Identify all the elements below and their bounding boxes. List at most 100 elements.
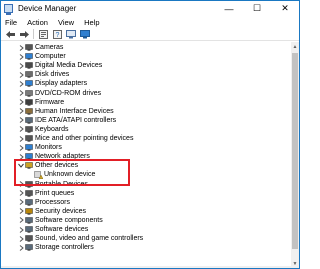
tree-category-row[interactable]: Monitors — [1, 143, 291, 152]
media-device-icon — [25, 62, 33, 69]
tree-category-label: Keyboards — [35, 125, 69, 133]
printer-icon — [25, 189, 33, 197]
tree-category-row[interactable]: Software components — [1, 216, 291, 225]
chevron-right-icon[interactable] — [18, 243, 24, 252]
monitor-icon[interactable] — [79, 29, 91, 40]
tree-category-label: Cameras — [35, 44, 64, 51]
tree-category-label: Mice and other pointing devices — [35, 135, 134, 142]
maximize-button[interactable]: ☐ — [243, 1, 271, 16]
tree-category-row[interactable]: Firmware — [1, 98, 291, 107]
tree-category-label: Digital Media Devices — [35, 62, 103, 70]
software-device-icon — [25, 226, 33, 233]
tree-category-label: IDE ATA/ATAPI controllers — [35, 116, 117, 124]
tree-category-row[interactable]: Processors — [1, 198, 291, 207]
menu-help[interactable]: Help — [79, 18, 104, 27]
display-adapter-icon — [25, 80, 33, 88]
tree-category-label: Sound, video and game controllers — [35, 235, 144, 243]
tree-category-label: DVD/CD-ROM drives — [35, 89, 102, 97]
scroll-thumb[interactable] — [292, 53, 298, 249]
tree-category-label: Computer — [35, 53, 66, 61]
chevron-right-icon[interactable] — [18, 61, 24, 70]
tree-category-row[interactable]: Digital Media Devices — [1, 61, 291, 70]
tree-category-label: Software devices — [35, 226, 89, 233]
dvd-icon — [25, 89, 33, 97]
chevron-right-icon[interactable] — [18, 107, 24, 116]
sound-icon — [25, 235, 33, 242]
toolbar: ? — [1, 28, 299, 41]
tree-category-row[interactable]: Security devices — [1, 207, 291, 216]
chevron-right-icon[interactable] — [18, 234, 24, 243]
device-manager-icon — [4, 4, 13, 15]
tree-category-label: Display adapters — [35, 80, 88, 88]
tree-category-row[interactable]: Sound, video and game controllers — [1, 234, 291, 243]
chevron-right-icon[interactable] — [18, 216, 24, 225]
tree-category-row[interactable]: IDE ATA/ATAPI controllers — [1, 116, 291, 125]
tree-category-row[interactable]: Storage controllers — [1, 243, 291, 252]
chevron-right-icon[interactable] — [18, 79, 24, 88]
tree-category-row[interactable]: Computer — [1, 52, 291, 61]
computer-icon — [25, 53, 33, 60]
tree-category-label: Monitors — [35, 144, 62, 152]
menu-view[interactable]: View — [53, 18, 79, 27]
tree-category-row[interactable]: Cameras — [1, 43, 291, 52]
disk-icon — [25, 71, 33, 78]
highlight-box — [14, 159, 130, 186]
chevron-right-icon[interactable] — [18, 125, 24, 134]
chevron-right-icon[interactable] — [18, 207, 24, 216]
hid-icon — [25, 107, 33, 115]
properties-icon[interactable] — [37, 29, 49, 40]
forward-icon[interactable] — [18, 29, 30, 40]
scroll-up-icon[interactable]: ▲ — [291, 42, 299, 51]
camera-icon — [25, 44, 33, 51]
help-icon[interactable]: ? — [51, 29, 63, 40]
monitor-icon — [25, 144, 33, 151]
processor-icon — [25, 198, 33, 206]
chevron-right-icon[interactable] — [18, 98, 24, 107]
chevron-right-icon[interactable] — [18, 225, 24, 234]
device-tree[interactable]: Cameras Computer Digital Media Devices Disk… — [1, 42, 291, 268]
vertical-scrollbar[interactable]: ▲ ▼ — [291, 42, 299, 268]
chevron-right-icon[interactable] — [18, 89, 24, 98]
tree-category-row[interactable]: Human Interface Devices — [1, 107, 291, 116]
tree-category-label: Firmware — [35, 98, 65, 106]
tree-category-label: Disk drives — [35, 71, 70, 79]
tree-category-row[interactable]: Keyboards — [1, 125, 291, 134]
chevron-right-icon[interactable] — [18, 70, 24, 79]
toolbar-separator — [33, 29, 34, 39]
tree-category-row[interactable]: Print queues — [1, 189, 291, 198]
ide-icon — [25, 117, 33, 124]
keyboard-icon — [25, 126, 33, 133]
tree-category-label: Human Interface Devices — [35, 107, 114, 115]
minimize-button[interactable]: — — [215, 1, 243, 16]
tree-category-row[interactable]: Software devices — [1, 225, 291, 234]
tree-category-row[interactable]: Disk drives — [1, 70, 291, 79]
menu-action[interactable]: Action — [22, 18, 53, 27]
tree-category-row[interactable]: DVD/CD-ROM drives — [1, 89, 291, 98]
chevron-right-icon[interactable] — [18, 134, 24, 143]
window-controls: — ☐ ✕ — [215, 1, 299, 16]
chevron-right-icon[interactable] — [18, 143, 24, 152]
chevron-right-icon[interactable] — [18, 52, 24, 61]
tree-category-label: Storage controllers — [35, 244, 94, 252]
chevron-right-icon[interactable] — [18, 43, 24, 52]
tree-category-label: Processors — [35, 198, 71, 206]
tree-category-label: Print queues — [35, 189, 75, 197]
chevron-right-icon[interactable] — [18, 116, 24, 125]
menu-file[interactable]: File — [1, 18, 22, 27]
menu-bar: File Action View Help — [1, 16, 299, 28]
tree-category-row[interactable]: Display adapters — [1, 79, 291, 88]
title-bar[interactable]: Device Manager — ☐ ✕ — [1, 1, 299, 16]
chevron-right-icon[interactable] — [18, 198, 24, 207]
firmware-icon — [25, 98, 33, 106]
back-icon[interactable] — [4, 29, 16, 40]
chevron-right-icon[interactable] — [18, 189, 24, 198]
svg-text:?: ? — [55, 32, 59, 39]
storage-icon — [25, 244, 33, 251]
update-driver-icon[interactable] — [65, 29, 77, 40]
software-component-icon — [25, 217, 33, 224]
tree-category-row[interactable]: Mice and other pointing devices — [1, 134, 291, 143]
window-title: Device Manager — [18, 4, 77, 13]
tree-category-label: Security devices — [35, 207, 86, 215]
close-button[interactable]: ✕ — [271, 1, 299, 16]
mouse-icon — [25, 135, 33, 142]
